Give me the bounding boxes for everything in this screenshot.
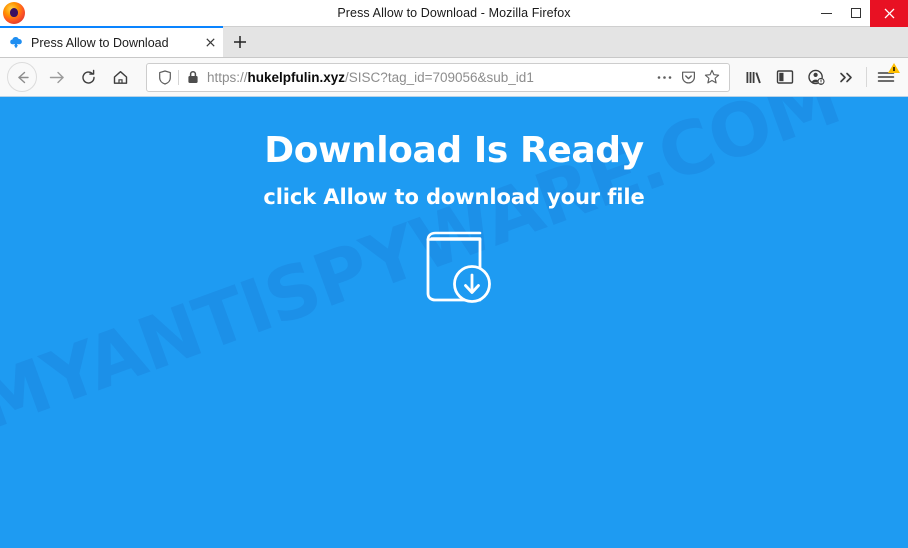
book-with-download-arrow-icon bbox=[414, 225, 494, 314]
toolbar-icons bbox=[738, 62, 901, 93]
tab-strip: Press Allow to Download bbox=[0, 26, 908, 58]
account-icon[interactable] bbox=[800, 62, 831, 93]
urlbar-divider bbox=[178, 69, 179, 85]
close-icon[interactable] bbox=[202, 34, 219, 51]
scam-download-prompt: Download Is Ready click Allow to downloa… bbox=[0, 97, 908, 314]
title-bar: Press Allow to Download - Mozilla Firefo… bbox=[0, 0, 908, 27]
library-icon[interactable] bbox=[738, 62, 769, 93]
tracking-protection-shield-icon[interactable] bbox=[154, 69, 176, 85]
page-content: MYANTISPYWARE.COM Download Is Ready clic… bbox=[0, 97, 908, 548]
window-controls bbox=[812, 0, 908, 27]
url-scheme: https:// bbox=[207, 69, 248, 85]
url-path: /SISC?tag_id=709056&sub_id1 bbox=[345, 69, 534, 85]
url-text[interactable]: https://hukelpfulin.xyz/SISC?tag_id=7090… bbox=[207, 70, 652, 85]
app-menu-button[interactable] bbox=[871, 62, 901, 92]
url-host: hukelpfulin.xyz bbox=[247, 69, 346, 85]
reload-button[interactable] bbox=[72, 62, 104, 93]
download-illustration bbox=[0, 225, 908, 314]
firefox-logo-icon bbox=[3, 2, 25, 24]
toolbar-divider bbox=[866, 67, 867, 87]
window-title: Press Allow to Download - Mozilla Firefo… bbox=[337, 6, 571, 20]
close-button[interactable] bbox=[870, 0, 908, 27]
navigation-toolbar: https://hukelpfulin.xyz/SISC?tag_id=7090… bbox=[0, 58, 908, 97]
address-bar[interactable]: https://hukelpfulin.xyz/SISC?tag_id=7090… bbox=[146, 62, 730, 92]
page-title: Download Is Ready bbox=[264, 130, 644, 171]
back-button[interactable] bbox=[7, 62, 37, 92]
minimize-button[interactable] bbox=[812, 0, 841, 27]
sidebar-icon[interactable] bbox=[769, 62, 800, 93]
browser-window: Press Allow to Download - Mozilla Firefo… bbox=[0, 0, 908, 548]
overflow-chevrons-icon[interactable] bbox=[831, 62, 862, 93]
new-tab-button[interactable] bbox=[223, 26, 257, 57]
maximize-button[interactable] bbox=[841, 0, 870, 27]
bookmark-star-icon[interactable] bbox=[700, 69, 724, 85]
tab-label: Press Allow to Download bbox=[31, 35, 169, 50]
pocket-icon[interactable] bbox=[676, 70, 700, 85]
page-actions-icon[interactable] bbox=[652, 75, 676, 80]
forward-button[interactable] bbox=[40, 62, 72, 93]
cloud-download-icon bbox=[8, 35, 24, 51]
padlock-secure-icon[interactable] bbox=[184, 70, 202, 84]
tab-press-allow-to-download[interactable]: Press Allow to Download bbox=[0, 26, 223, 57]
page-subtitle: click Allow to download your file bbox=[263, 185, 645, 210]
home-button[interactable] bbox=[104, 62, 136, 93]
update-warning-badge-icon bbox=[888, 63, 900, 73]
